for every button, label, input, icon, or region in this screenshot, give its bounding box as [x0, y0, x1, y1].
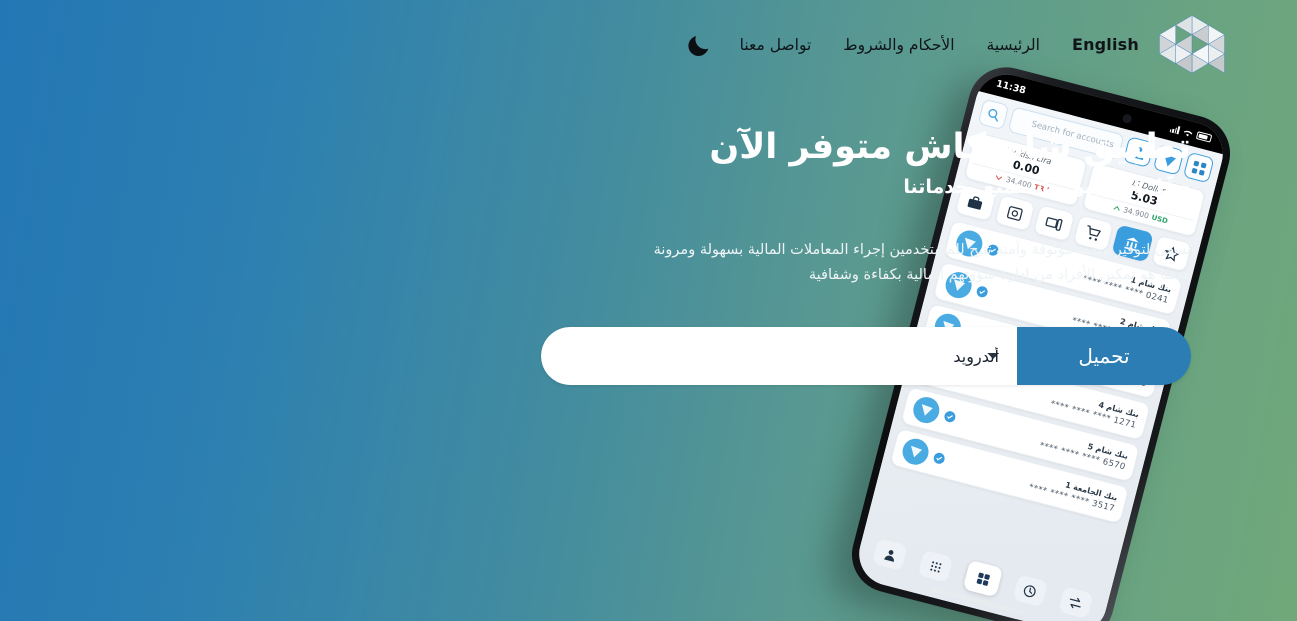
nav-contact[interactable]: تواصل معنا: [724, 30, 828, 61]
logo-icon: [1159, 15, 1225, 74]
download-bar: أندرويد iOS تحميل: [541, 327, 1191, 386]
nav-links: English الرئيسية الأحكام والشروط تواصل م…: [682, 28, 1155, 62]
nav-home[interactable]: الرئيسية: [971, 30, 1056, 61]
os-select[interactable]: أندرويد iOS: [541, 327, 1017, 386]
hero-description: نسعى لتوفير منصة موثوقة وآمنة تتيح للمست…: [621, 238, 1191, 287]
navbar: English الرئيسية الأحكام والشروط تواصل م…: [0, 0, 1297, 90]
hero-description-line-2: هدفنا هو تمكين الأفراد من إدارة شؤونهم ا…: [808, 266, 1191, 283]
nav-terms[interactable]: الأحكام والشروط: [827, 30, 970, 61]
nav-language-toggle[interactable]: English: [1056, 29, 1155, 60]
moon-icon: [688, 36, 708, 56]
sham-cash-logo[interactable]: [1155, 11, 1229, 85]
page-title: تطبيق شام كاش متوفر الآن: [709, 127, 1191, 167]
download-button[interactable]: تحميل: [1017, 327, 1191, 386]
hero-section: تطبيق شام كاش متوفر الآن حقّل التطبيق وأ…: [0, 125, 1297, 386]
hero-subtitle: حقّل التطبيق وأستمتع بخدماتنا: [903, 175, 1191, 198]
hero-description-line-1: نسعى لتوفير منصة موثوقة وآمنة تتيح للمست…: [653, 242, 1191, 259]
theme-toggle-button[interactable]: [682, 28, 716, 62]
